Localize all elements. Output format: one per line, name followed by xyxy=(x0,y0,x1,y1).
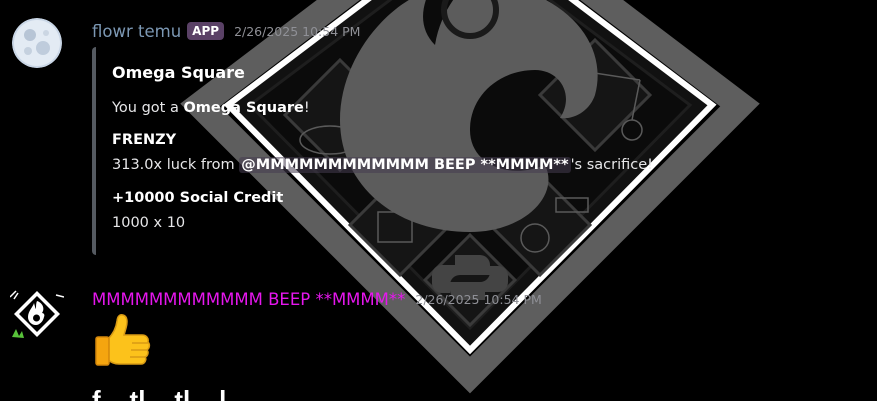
embed-field-title: +10000 Social Credit xyxy=(112,190,284,206)
embed-field-suffix: 's sacrifice! xyxy=(570,157,653,173)
message-timestamp[interactable]: 2/26/2025 10:54 PM xyxy=(415,292,541,307)
username[interactable]: flowr temu xyxy=(92,22,181,41)
emblem-avatar-icon xyxy=(10,290,64,338)
embed-field-prefix: 313.0x luck from xyxy=(112,157,240,173)
embed-field-value: 1000 x 10 xyxy=(112,215,186,231)
avatar[interactable] xyxy=(12,18,62,68)
chat-view: flowr temu APP 2/26/2025 10:54 PM Omega … xyxy=(0,0,877,401)
thumbs-up-icon xyxy=(95,314,151,366)
message-content: f... tl... tl... l... xyxy=(92,385,248,401)
message-header: MMMMMMMMMMMM BEEP **MMMM** 2/26/2025 10:… xyxy=(92,288,542,310)
avatar[interactable] xyxy=(10,287,64,341)
embed-description-suffix: ! xyxy=(303,100,310,116)
embed-field-title: FRENZY xyxy=(112,132,177,148)
embed-description-prefix: You got a xyxy=(112,100,184,116)
user-mention[interactable]: @MMMMMMMMMMMM BEEP **MMMM** xyxy=(239,157,571,173)
embed-title: Omega Square xyxy=(112,63,245,82)
message-header: flowr temu APP 2/26/2025 10:54 PM xyxy=(92,19,360,43)
message-timestamp[interactable]: 2/26/2025 10:54 PM xyxy=(234,24,360,39)
app-badge: APP xyxy=(187,22,225,40)
embed-field-value: 313.0x luck from @MMMMMMMMMMMM BEEP **MM… xyxy=(112,157,653,173)
username[interactable]: MMMMMMMMMMMM BEEP **MMMM** xyxy=(92,290,405,309)
embed-description: You got a Omega Square! xyxy=(112,100,310,116)
moon-avatar-icon xyxy=(12,18,62,68)
embed-description-item: Omega Square xyxy=(183,100,304,116)
